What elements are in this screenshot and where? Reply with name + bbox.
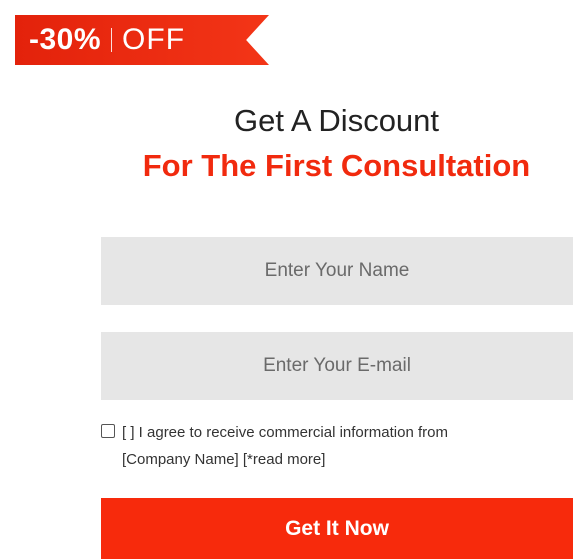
- discount-ribbon-badge: -30% OFF: [15, 15, 269, 65]
- consent-text: [ ] I agree to receive commercial inform…: [101, 419, 541, 473]
- discount-percent: -30%: [29, 23, 102, 56]
- consent-text-line2[interactable]: [Company Name] [*read more]: [101, 446, 541, 473]
- email-input[interactable]: [101, 332, 573, 400]
- discount-off-label: OFF: [122, 23, 186, 56]
- get-it-now-button[interactable]: Get It Now: [101, 498, 573, 559]
- ribbon-divider: [111, 28, 113, 52]
- consent-text-line1: [ ] I agree to receive commercial inform…: [122, 424, 448, 441]
- name-input[interactable]: [101, 237, 573, 305]
- consent-row: [ ] I agree to receive commercial inform…: [101, 422, 541, 473]
- heading-title: Get A Discount: [233, 103, 440, 138]
- heading-subtitle: For The First Consultation: [142, 148, 531, 183]
- discount-form-page: -30% OFF Get A Discount For The First Co…: [0, 0, 573, 559]
- consent-checkbox[interactable]: [101, 424, 115, 438]
